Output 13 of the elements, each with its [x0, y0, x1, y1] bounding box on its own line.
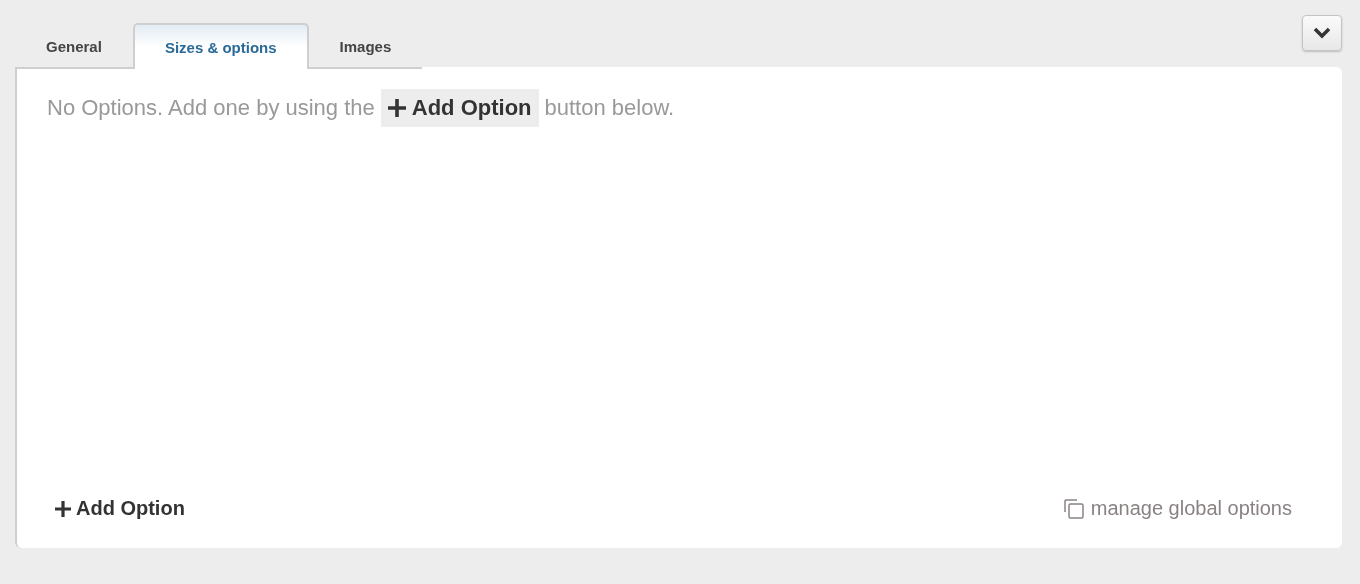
- tab[interactable]: General: [15, 23, 133, 67]
- add-option-chip: Add Option: [380, 89, 539, 127]
- empty-message: No Options. Add one by using the: [47, 95, 375, 121]
- plus-icon: [55, 500, 71, 517]
- chevron-down-icon: [1313, 27, 1331, 39]
- add-option-button[interactable]: Add Option: [55, 497, 185, 520]
- tab[interactable]: Images: [308, 23, 423, 67]
- tab[interactable]: Sizes & options: [132, 23, 309, 69]
- copy-icon: [1062, 497, 1085, 520]
- plus-icon: [387, 99, 406, 117]
- empty-message: button below.: [544, 95, 675, 121]
- manage-global-options-link[interactable]: manage global options: [1062, 497, 1292, 520]
- dropdown-button[interactable]: [1302, 15, 1342, 51]
